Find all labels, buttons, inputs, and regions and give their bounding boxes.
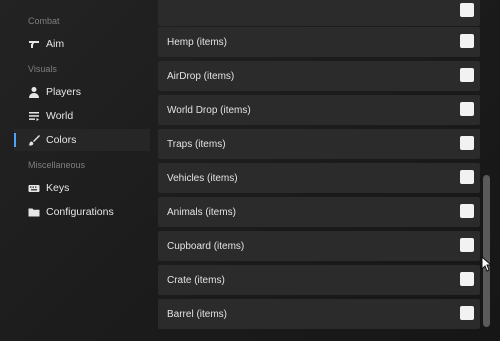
row-label: Hemp (items) (167, 36, 228, 48)
sidebar-item-world[interactable]: World (14, 105, 150, 127)
row-label: Vehicles (items) (167, 172, 238, 184)
row-label: Cupboard (items) (167, 240, 245, 252)
row-label: AirDrop (items) (167, 70, 235, 82)
list-item: Vehicles (items) (158, 163, 480, 193)
checkbox[interactable] (460, 34, 474, 48)
checkbox[interactable] (460, 306, 474, 320)
row-label: Barrel (items) (167, 308, 228, 320)
sidebar-item-label: Players (46, 86, 82, 98)
row-label: Animals (items) (167, 206, 236, 218)
gun-icon (28, 38, 40, 50)
checkbox[interactable] (460, 204, 474, 218)
list-item: Animals (items) (158, 197, 480, 227)
folder-icon (28, 206, 40, 218)
list-item: Hemp (items) (158, 27, 480, 57)
section-title-combat: Combat (28, 16, 60, 26)
sidebar: Combat Aim Visuals Players World Colors … (0, 0, 152, 341)
checkbox[interactable] (460, 102, 474, 116)
keyboard-icon (28, 182, 40, 194)
sidebar-item-keys[interactable]: Keys (14, 177, 150, 199)
person-icon (28, 86, 40, 98)
active-indicator (14, 133, 16, 147)
list-item: Barrel (items) (158, 299, 480, 329)
sidebar-item-label: Colors (46, 134, 77, 146)
list-item (158, 0, 480, 26)
list-item: Cupboard (items) (158, 231, 480, 261)
sidebar-item-label: World (46, 110, 74, 122)
list-item: World Drop (items) (158, 95, 480, 125)
section-title-miscellaneous: Miscellaneous (28, 160, 86, 170)
checkbox[interactable] (460, 136, 474, 150)
sidebar-item-players[interactable]: Players (14, 81, 150, 103)
checkbox[interactable] (460, 170, 474, 184)
sidebar-item-aim[interactable]: Aim (14, 33, 150, 55)
list-item: AirDrop (items) (158, 61, 480, 91)
row-label: Crate (items) (167, 274, 225, 286)
row-label: Traps (items) (167, 138, 226, 150)
checkbox[interactable] (460, 68, 474, 82)
app-window: Combat Aim Visuals Players World Colors … (0, 0, 500, 341)
color-options-list: Hemp (items) AirDrop (items) World Drop … (158, 0, 480, 341)
sidebar-item-configurations[interactable]: Configurations (14, 201, 150, 223)
mouse-cursor-icon (481, 255, 493, 277)
checkbox[interactable] (460, 238, 474, 252)
checkbox[interactable] (460, 272, 474, 286)
sidebar-item-colors[interactable]: Colors (14, 129, 150, 151)
sidebar-item-label: Configurations (46, 206, 114, 218)
sidebar-item-label: Aim (46, 38, 65, 50)
checkbox[interactable] (460, 3, 474, 17)
brush-icon (28, 134, 40, 146)
scrollbar-thumb[interactable] (483, 175, 490, 327)
section-title-visuals: Visuals (28, 64, 57, 74)
list-item: Crate (items) (158, 265, 480, 295)
list-item: Traps (items) (158, 129, 480, 159)
list-icon (28, 110, 40, 122)
row-label: World Drop (items) (167, 104, 251, 116)
sidebar-item-label: Keys (46, 182, 70, 194)
